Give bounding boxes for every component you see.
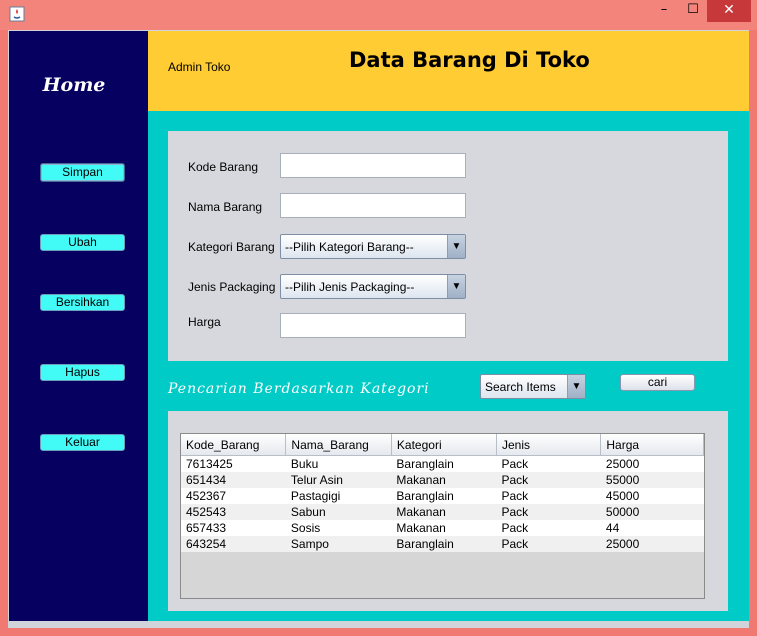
table-cell: Pack [496,536,601,552]
maximize-button[interactable]: ☐ [680,0,706,22]
jenis-packaging-value: --Pilih Jenis Packaging-- [285,280,415,294]
table-cell: Baranglain [391,488,497,504]
table-cell: Pack [496,472,601,488]
minimize-icon: – [660,2,668,17]
search-caption: Pencarian Berdasarkan Kategori [168,381,430,397]
table-cell: Sosis [285,520,392,536]
sidebar [9,31,148,621]
kategori-barang-value: --Pilih Kategori Barang-- [285,240,414,254]
admin-label: Admin Toko [168,60,231,74]
kategori-barang-label: Kategori Barang [188,240,275,254]
table-cell: 657433 [181,520,286,536]
table-cell: 25000 [600,455,704,472]
dropdown-arrow-icon[interactable]: ▼ [447,275,465,298]
hapus-button[interactable]: Hapus [40,364,125,381]
close-button[interactable]: ✕ [707,0,751,22]
table-cell: Buku [285,455,392,472]
search-category-value: Search Items [485,380,556,394]
table-cell: 7613425 [181,455,286,472]
java-app-icon [9,6,25,22]
table-cell: Telur Asin [285,472,392,488]
harga-label: Harga [188,315,221,329]
table-cell: 452543 [181,504,286,520]
table-cell: Pack [496,504,601,520]
data-table-scroll[interactable]: Kode_Barang Nama_Barang Kategori Jenis H… [180,433,705,599]
harga-field[interactable] [280,313,466,338]
table-cell: Sampo [285,536,392,552]
window-titlebar [0,0,757,30]
table-row[interactable]: 7613425 Buku Baranglain Pack 25000 [181,455,704,472]
table-cell: Baranglain [391,536,497,552]
cari-button[interactable]: cari [620,374,695,391]
table-cell: Makanan [391,504,497,520]
table-cell: Pack [496,488,601,504]
table-cell: Sabun [285,504,392,520]
minimize-button[interactable]: – [649,0,679,22]
table-row[interactable]: 452543 Sabun Makanan Pack 50000 [181,504,704,520]
ubah-button[interactable]: Ubah [40,234,125,251]
close-icon: ✕ [723,2,735,18]
maximize-icon: ☐ [687,2,699,17]
jenis-packaging-combo[interactable]: --Pilih Jenis Packaging-- ▼ [280,274,466,299]
table-cell: 45000 [600,488,704,504]
table-cell: Makanan [391,520,497,536]
table-cell: Pack [496,455,601,472]
column-header[interactable]: Harga [600,434,704,456]
table-row[interactable]: 643254 Sampo Baranglain Pack 25000 [181,536,704,552]
kode-barang-field[interactable] [280,153,466,178]
simpan-button[interactable]: Simpan [40,163,125,182]
table-cell: 55000 [600,472,704,488]
table-cell: 643254 [181,536,286,552]
data-table[interactable]: Kode_Barang Nama_Barang Kategori Jenis H… [181,434,704,552]
column-header[interactable]: Kategori [391,434,497,456]
jenis-packaging-label: Jenis Packaging [188,280,276,294]
table-cell: Pack [496,520,601,536]
page-title: Data Barang Di Toko [349,48,590,72]
keluar-button[interactable]: Keluar [40,434,125,451]
dropdown-arrow-icon[interactable]: ▼ [447,235,465,258]
nama-barang-field[interactable] [280,193,466,218]
table-header-row: Kode_Barang Nama_Barang Kategori Jenis H… [181,434,704,456]
column-header[interactable]: Jenis [496,434,602,456]
table-cell: 50000 [600,504,704,520]
table-cell: 44 [600,520,704,536]
table-row[interactable]: 651434 Telur Asin Makanan Pack 55000 [181,472,704,488]
table-cell: 25000 [600,536,704,552]
table-row[interactable]: 452367 Pastagigi Baranglain Pack 45000 [181,488,704,504]
kode-barang-label: Kode Barang [188,160,259,174]
table-cell: Pastagigi [285,488,392,504]
bersihkan-button[interactable]: Bersihkan [40,294,125,311]
table-cell: 452367 [181,488,286,504]
table-row[interactable]: 657433 Sosis Makanan Pack 44 [181,520,704,536]
nama-barang-label: Nama Barang [188,200,263,214]
kategori-barang-combo[interactable]: --Pilih Kategori Barang-- ▼ [280,234,466,259]
sidebar-title: Home [42,74,106,96]
column-header[interactable]: Nama_Barang [285,434,392,456]
table-cell: 651434 [181,472,286,488]
search-category-combo[interactable]: Search Items ▼ [480,374,586,399]
dropdown-arrow-icon[interactable]: ▼ [567,375,585,398]
table-cell: Baranglain [391,455,497,472]
table-cell: Makanan [391,472,497,488]
column-header[interactable]: Kode_Barang [181,434,287,456]
window-bottom-border [8,621,749,628]
